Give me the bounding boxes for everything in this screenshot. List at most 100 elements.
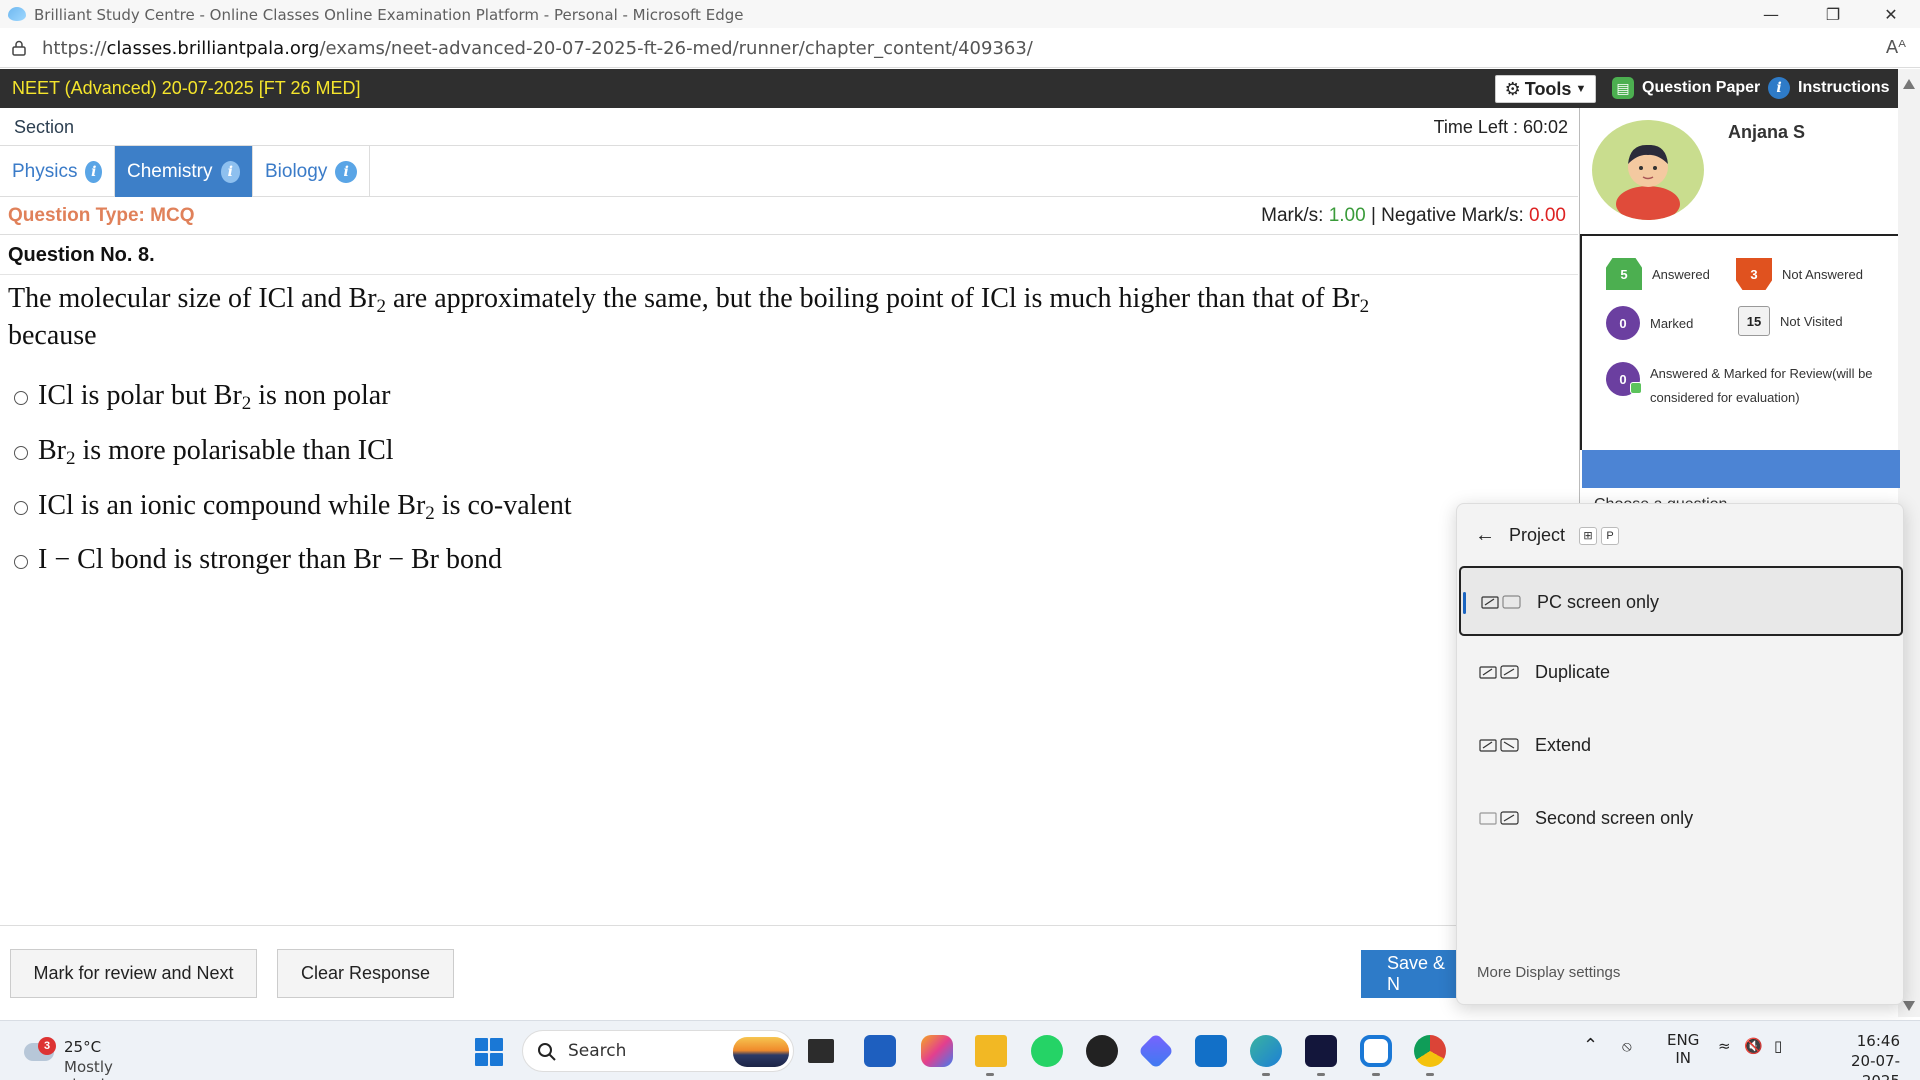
whatsapp-icon[interactable]	[1031, 1035, 1063, 1067]
not-answered-label: Not Answered	[1782, 266, 1863, 282]
legend-marked: 0 Marked	[1606, 306, 1693, 340]
candidate-name: Anjana S	[1728, 122, 1806, 142]
dell-icon[interactable]	[1086, 1035, 1118, 1067]
footer-divider	[0, 925, 1580, 926]
option-4[interactable]: I − Cl bond is stronger than Br − Br bon…	[14, 544, 502, 579]
marks-info: Mark/s: 1.00 | Negative Mark/s: 0.00	[1261, 205, 1566, 226]
tab-label: Physics	[12, 160, 78, 182]
tab-chemistry[interactable]: Chemistry i	[115, 146, 253, 197]
notification-badge: 3	[38, 1037, 56, 1055]
caret-down-icon: ▼	[1575, 83, 1587, 95]
section-label: Section	[14, 117, 75, 137]
check-icon	[1630, 382, 1642, 394]
chevron-up-icon[interactable]: ⌃	[1583, 1035, 1598, 1056]
option-radio[interactable]	[14, 445, 28, 460]
answered-label: Answered	[1652, 266, 1710, 282]
marked-badge: 0	[1606, 306, 1640, 340]
marked-label: Marked	[1650, 315, 1694, 331]
section-row: Section Time Left : 60:02	[0, 108, 1578, 146]
wifi-icon[interactable]: ≈	[1718, 1037, 1731, 1055]
save-next-button[interactable]: Save & N	[1361, 950, 1461, 998]
weather-widget[interactable]: 3 25°C Mostly cloudy	[22, 1029, 162, 1080]
instructions-link[interactable]: i Instructions	[1768, 77, 1890, 99]
lock-icon[interactable]	[12, 40, 26, 56]
time-left: Time Left : 60:02	[1433, 117, 1568, 137]
copilot-icon[interactable]	[921, 1035, 953, 1067]
answered-marked-badge: 0	[1606, 362, 1642, 396]
shortcut-key: P	[1601, 526, 1620, 545]
browser-title-bar: Brilliant Study Centre - Online Classes …	[0, 0, 1920, 28]
read-aloud-icon[interactable]: Aᴬ	[1886, 37, 1906, 58]
question-number: Question No. 8.	[8, 244, 155, 266]
language-indicator[interactable]: ENG IN	[1667, 1031, 1699, 1067]
project-flyout: ← Project ⊞ P PC screen only Duplicate E…	[1456, 503, 1904, 1005]
clock[interactable]: 16:4620-07-2025	[1815, 1031, 1900, 1080]
gear-icon: ⚙	[1504, 78, 1521, 99]
info-icon: i	[1768, 77, 1790, 99]
option-label: Duplicate	[1535, 662, 1611, 682]
clear-response-button[interactable]: Clear Response	[277, 949, 454, 998]
address-bar[interactable]: https://classes.brilliantpala.org/exams/…	[0, 28, 1920, 68]
network-off-icon[interactable]: ⦸	[1622, 1037, 1632, 1055]
temperature: 25°C	[64, 1038, 102, 1056]
legend-not-visited: 15 Not Visited	[1738, 306, 1843, 336]
exam-title: NEET (Advanced) 20-07-2025 [FT 26 MED]	[12, 78, 361, 98]
microsoft-store-icon[interactable]	[864, 1035, 896, 1067]
mark-review-next-button[interactable]: Mark for review and Next	[10, 949, 257, 998]
minimize-icon[interactable]: —	[1742, 0, 1800, 28]
question-panel: Section Time Left : 60:02 Physics i Chem…	[0, 108, 1580, 906]
answered-marked-label: Answered & Marked for Review(will be cons…	[1650, 366, 1873, 405]
back-arrow-icon[interactable]: ←	[1475, 524, 1495, 547]
tab-label: Chemistry	[127, 160, 213, 182]
tab-physics[interactable]: Physics i	[0, 146, 115, 197]
info-icon[interactable]: i	[85, 160, 102, 183]
outlook-icon[interactable]	[1195, 1035, 1227, 1067]
scroll-up-icon[interactable]	[1903, 79, 1915, 89]
microsoft365-icon[interactable]	[1137, 1032, 1175, 1070]
volume-muted-icon[interactable]: 🔇	[1744, 1037, 1763, 1055]
cortana-icon[interactable]	[1360, 1035, 1392, 1067]
exam-header: NEET (Advanced) 20-07-2025 [FT 26 MED] ⚙…	[0, 69, 1898, 108]
info-icon[interactable]: i	[335, 160, 357, 183]
option-radio[interactable]	[14, 390, 28, 405]
taskbar-search[interactable]: Search	[522, 1030, 794, 1072]
running-indicator	[986, 1073, 994, 1076]
option-3[interactable]: ICl is an ionic compound while Br2 is co…	[14, 490, 572, 525]
info-icon[interactable]: i	[220, 160, 240, 183]
tools-button[interactable]: ⚙ Tools ▼	[1495, 75, 1596, 103]
url-text[interactable]: https://classes.brilliantpala.org/exams/…	[42, 38, 1033, 59]
option-label: Extend	[1535, 735, 1592, 755]
restore-icon[interactable]: ❐	[1804, 0, 1862, 28]
question-paper-icon: ▤	[1612, 77, 1634, 99]
question-paper-link[interactable]: ▤ Question Paper	[1612, 77, 1760, 99]
file-explorer-icon[interactable]	[975, 1035, 1007, 1067]
option-pc-screen-only[interactable]: PC screen only	[1459, 566, 1903, 636]
webex-icon[interactable]	[1305, 1035, 1337, 1067]
option-radio[interactable]	[14, 500, 28, 515]
tab-biology[interactable]: Biology i	[253, 146, 370, 197]
close-icon[interactable]: ✕	[1862, 0, 1920, 28]
option-duplicate[interactable]: Duplicate	[1459, 638, 1903, 708]
chrome-icon[interactable]	[1414, 1035, 1446, 1067]
edge-profile-icon[interactable]	[8, 7, 26, 21]
edge-icon[interactable]	[1250, 1035, 1282, 1067]
option-radio[interactable]	[14, 554, 28, 569]
windows-start-icon[interactable]	[475, 1038, 503, 1066]
option-2[interactable]: Br2 is more polarisable than ICl	[14, 435, 394, 470]
option-extend[interactable]: Extend	[1459, 711, 1903, 781]
task-view-icon[interactable]	[808, 1039, 834, 1063]
battery-icon[interactable]: ▯	[1774, 1037, 1782, 1055]
legend-answered: 5 Answered	[1606, 258, 1710, 290]
status-legend: 5 Answered 3 Not Answered 0 Marked 15 No…	[1580, 234, 1898, 450]
option-label: PC screen only	[1537, 592, 1660, 612]
window-title: Brilliant Study Centre - Online Classes …	[34, 6, 744, 24]
flyout-title: Project	[1509, 525, 1566, 545]
duplicate-icon	[1479, 665, 1519, 679]
running-indicator	[1426, 1073, 1434, 1076]
option-second-screen-only[interactable]: Second screen only	[1459, 784, 1903, 854]
second-screen-only-icon	[1479, 811, 1519, 825]
option-1[interactable]: ICl is polar but Br2 is non polar	[14, 380, 390, 415]
scroll-down-icon[interactable]	[1903, 1001, 1915, 1011]
weather-condition: Mostly cloudy	[64, 1058, 114, 1080]
more-display-settings-link[interactable]: More Display settings	[1477, 964, 1620, 981]
